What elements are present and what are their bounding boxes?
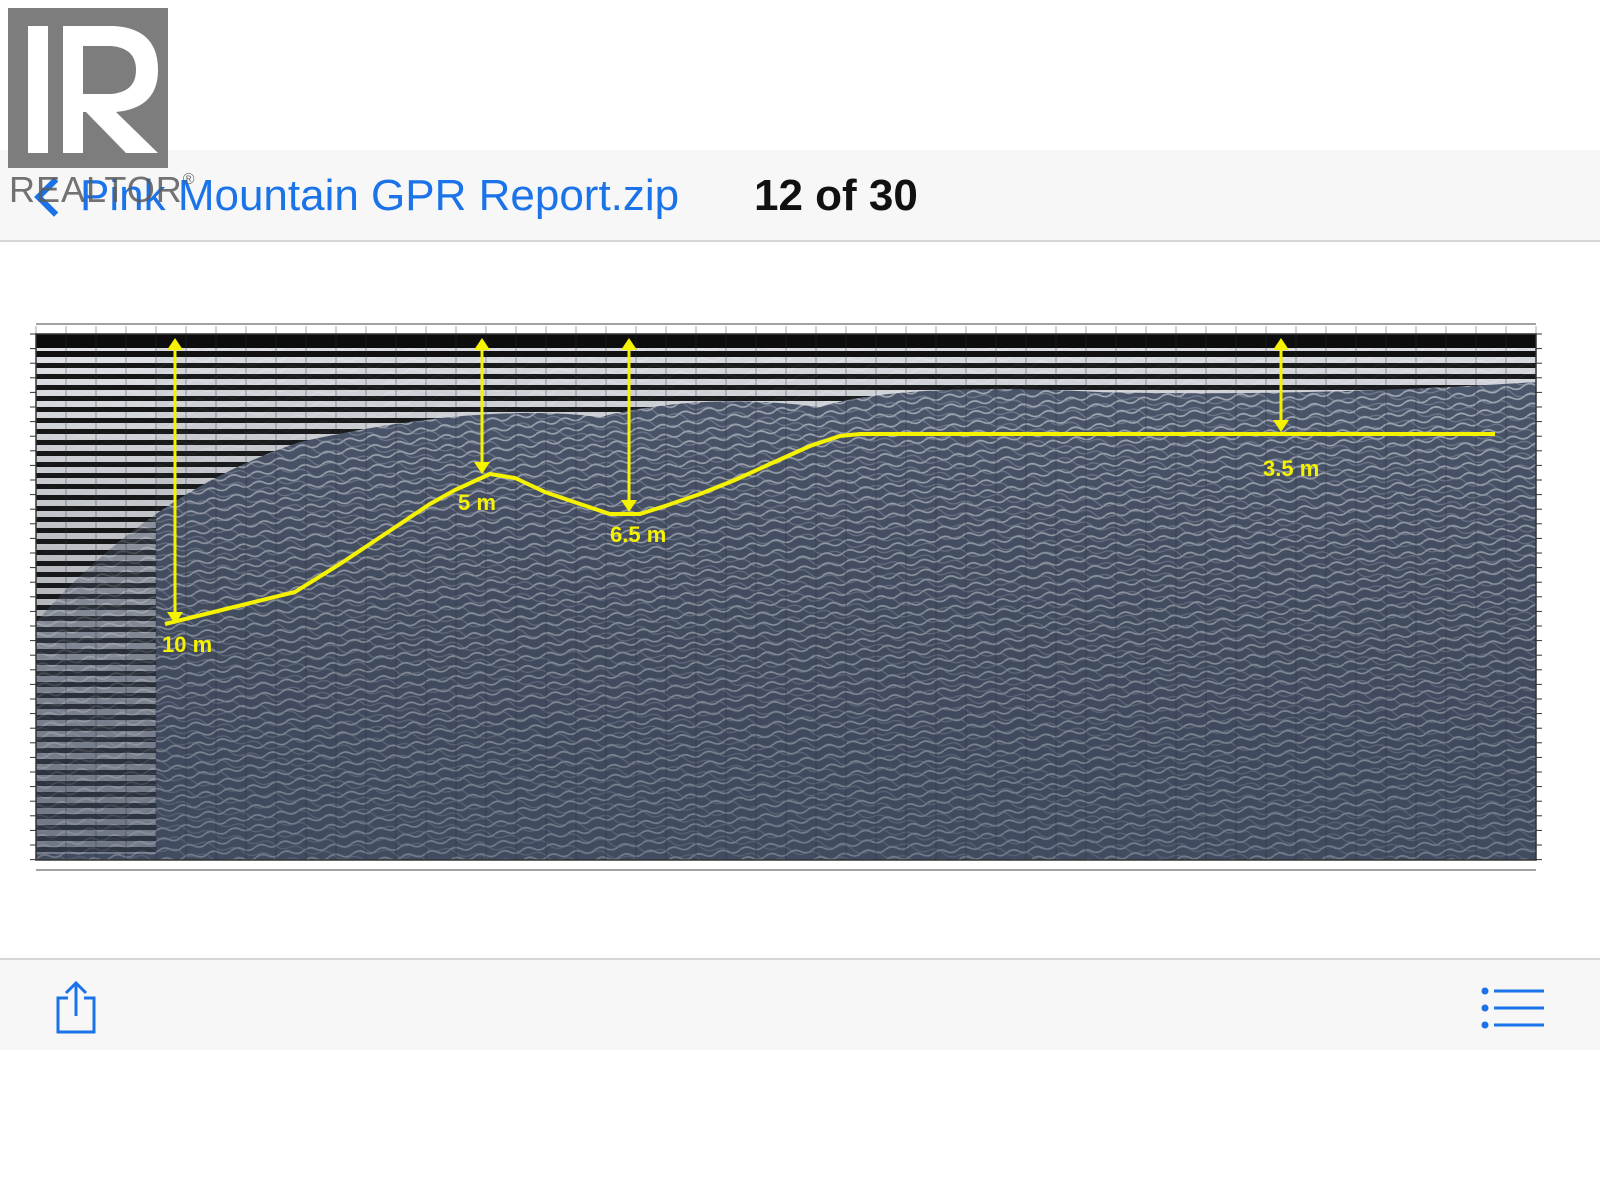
bottom-toolbar: [0, 958, 1600, 1050]
blank-area: [0, 1050, 1600, 1200]
depth-label-3-5m: 3.5 m: [1263, 456, 1319, 481]
document-preview: 10 m 5 m 6.5 m 3.5 m: [0, 242, 1600, 958]
share-icon: [56, 980, 96, 1034]
list-button[interactable]: [1480, 986, 1546, 1030]
chevron-left-icon: [34, 177, 74, 217]
back-button[interactable]: Pink Mountain GPR Report.zip: [34, 166, 680, 226]
gpr-radargram-image: 10 m 5 m 6.5 m 3.5 m: [30, 323, 1542, 871]
radargram: [30, 323, 1542, 871]
realtor-r-mark: [8, 8, 168, 168]
depth-label-6-5m: 6.5 m: [610, 522, 666, 547]
depth-label-10m: 10 m: [162, 632, 212, 657]
share-button[interactable]: [52, 980, 100, 1036]
realtor-logo: [8, 8, 168, 168]
page-counter: 12 of 30: [754, 171, 918, 220]
depth-label-5m: 5 m: [458, 490, 496, 515]
back-label: Pink Mountain GPR Report.zip: [80, 171, 680, 220]
list-icon: [1481, 987, 1544, 1029]
